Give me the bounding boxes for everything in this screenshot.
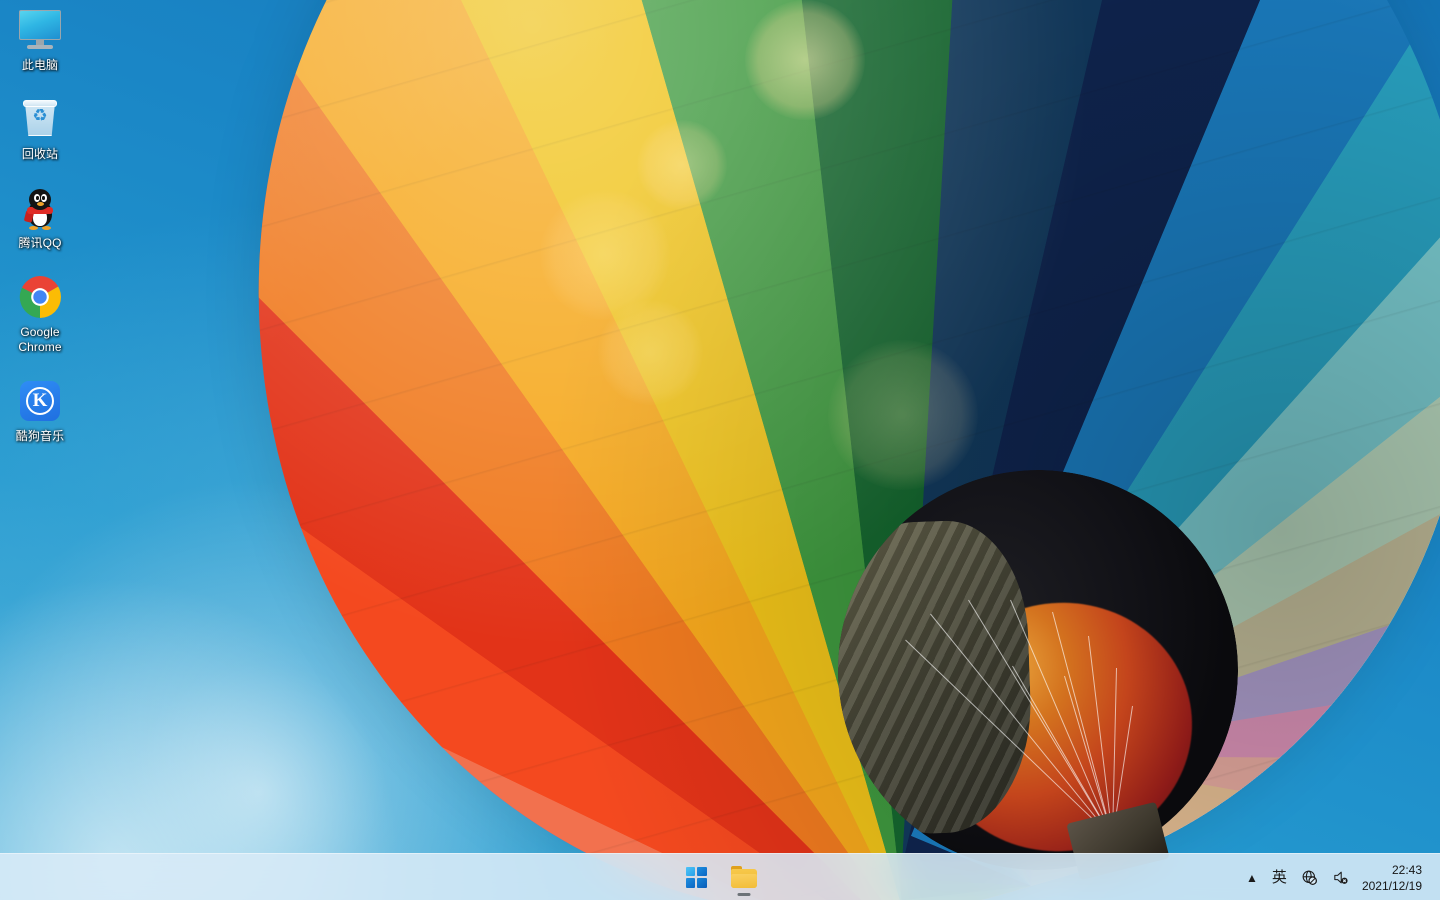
file-explorer-button[interactable] — [724, 857, 764, 897]
desktop-icon-label: 腾讯QQ — [18, 236, 62, 250]
network-disconnected-icon[interactable] — [1294, 859, 1325, 897]
chrome-icon — [16, 273, 64, 321]
desktop-icon-this-pc[interactable]: 此电脑 — [2, 6, 78, 73]
clock-date: 2021/12/19 — [1361, 878, 1422, 893]
start-button[interactable] — [676, 857, 716, 897]
input-method-indicator[interactable]: 英 — [1265, 859, 1294, 897]
taskbar-center-group[interactable] — [676, 857, 764, 897]
desktop[interactable]: 此电脑 ♻ 回收站 腾讯QQ Google Chrome K 酷狗音乐 ▲ 英 … — [0, 0, 1440, 900]
kugou-glyph: K — [32, 390, 48, 411]
kugou-icon: K — [16, 377, 64, 425]
qq-penguin-icon — [16, 184, 64, 232]
taskbar[interactable]: ▲ 英 22:43 2021/12/19 — [0, 853, 1440, 900]
windows-logo-icon — [685, 866, 707, 888]
desktop-icon-label: 酷狗音乐 — [15, 429, 65, 443]
running-indicator — [737, 893, 751, 896]
folder-icon — [731, 866, 757, 888]
desktop-icon-label: 此电脑 — [21, 58, 59, 72]
desktop-icon-grid[interactable]: 此电脑 ♻ 回收站 腾讯QQ Google Chrome K 酷狗音乐 — [0, 0, 80, 466]
desktop-icon-tencent-qq[interactable]: 腾讯QQ — [2, 184, 78, 251]
show-hidden-icons-button[interactable]: ▲ — [1239, 859, 1265, 897]
recycle-bin-icon: ♻ — [16, 95, 64, 143]
system-tray[interactable]: ▲ 英 22:43 2021/12/19 — [1239, 854, 1440, 900]
desktop-icon-label: 回收站 — [21, 147, 59, 161]
clock-widget[interactable]: 22:43 2021/12/19 — [1356, 862, 1432, 894]
clock-time: 22:43 — [1391, 862, 1422, 877]
chevron-up-icon: ▲ — [1246, 870, 1258, 885]
desktop-icon-kugou-music[interactable]: K 酷狗音乐 — [2, 377, 78, 444]
desktop-icon-label: Google Chrome — [18, 325, 62, 354]
desktop-icon-google-chrome[interactable]: Google Chrome — [2, 273, 78, 355]
monitor-icon — [16, 6, 64, 54]
speaker-muted-icon[interactable] — [1325, 859, 1356, 897]
desktop-icon-recycle-bin[interactable]: ♻ 回收站 — [2, 95, 78, 162]
